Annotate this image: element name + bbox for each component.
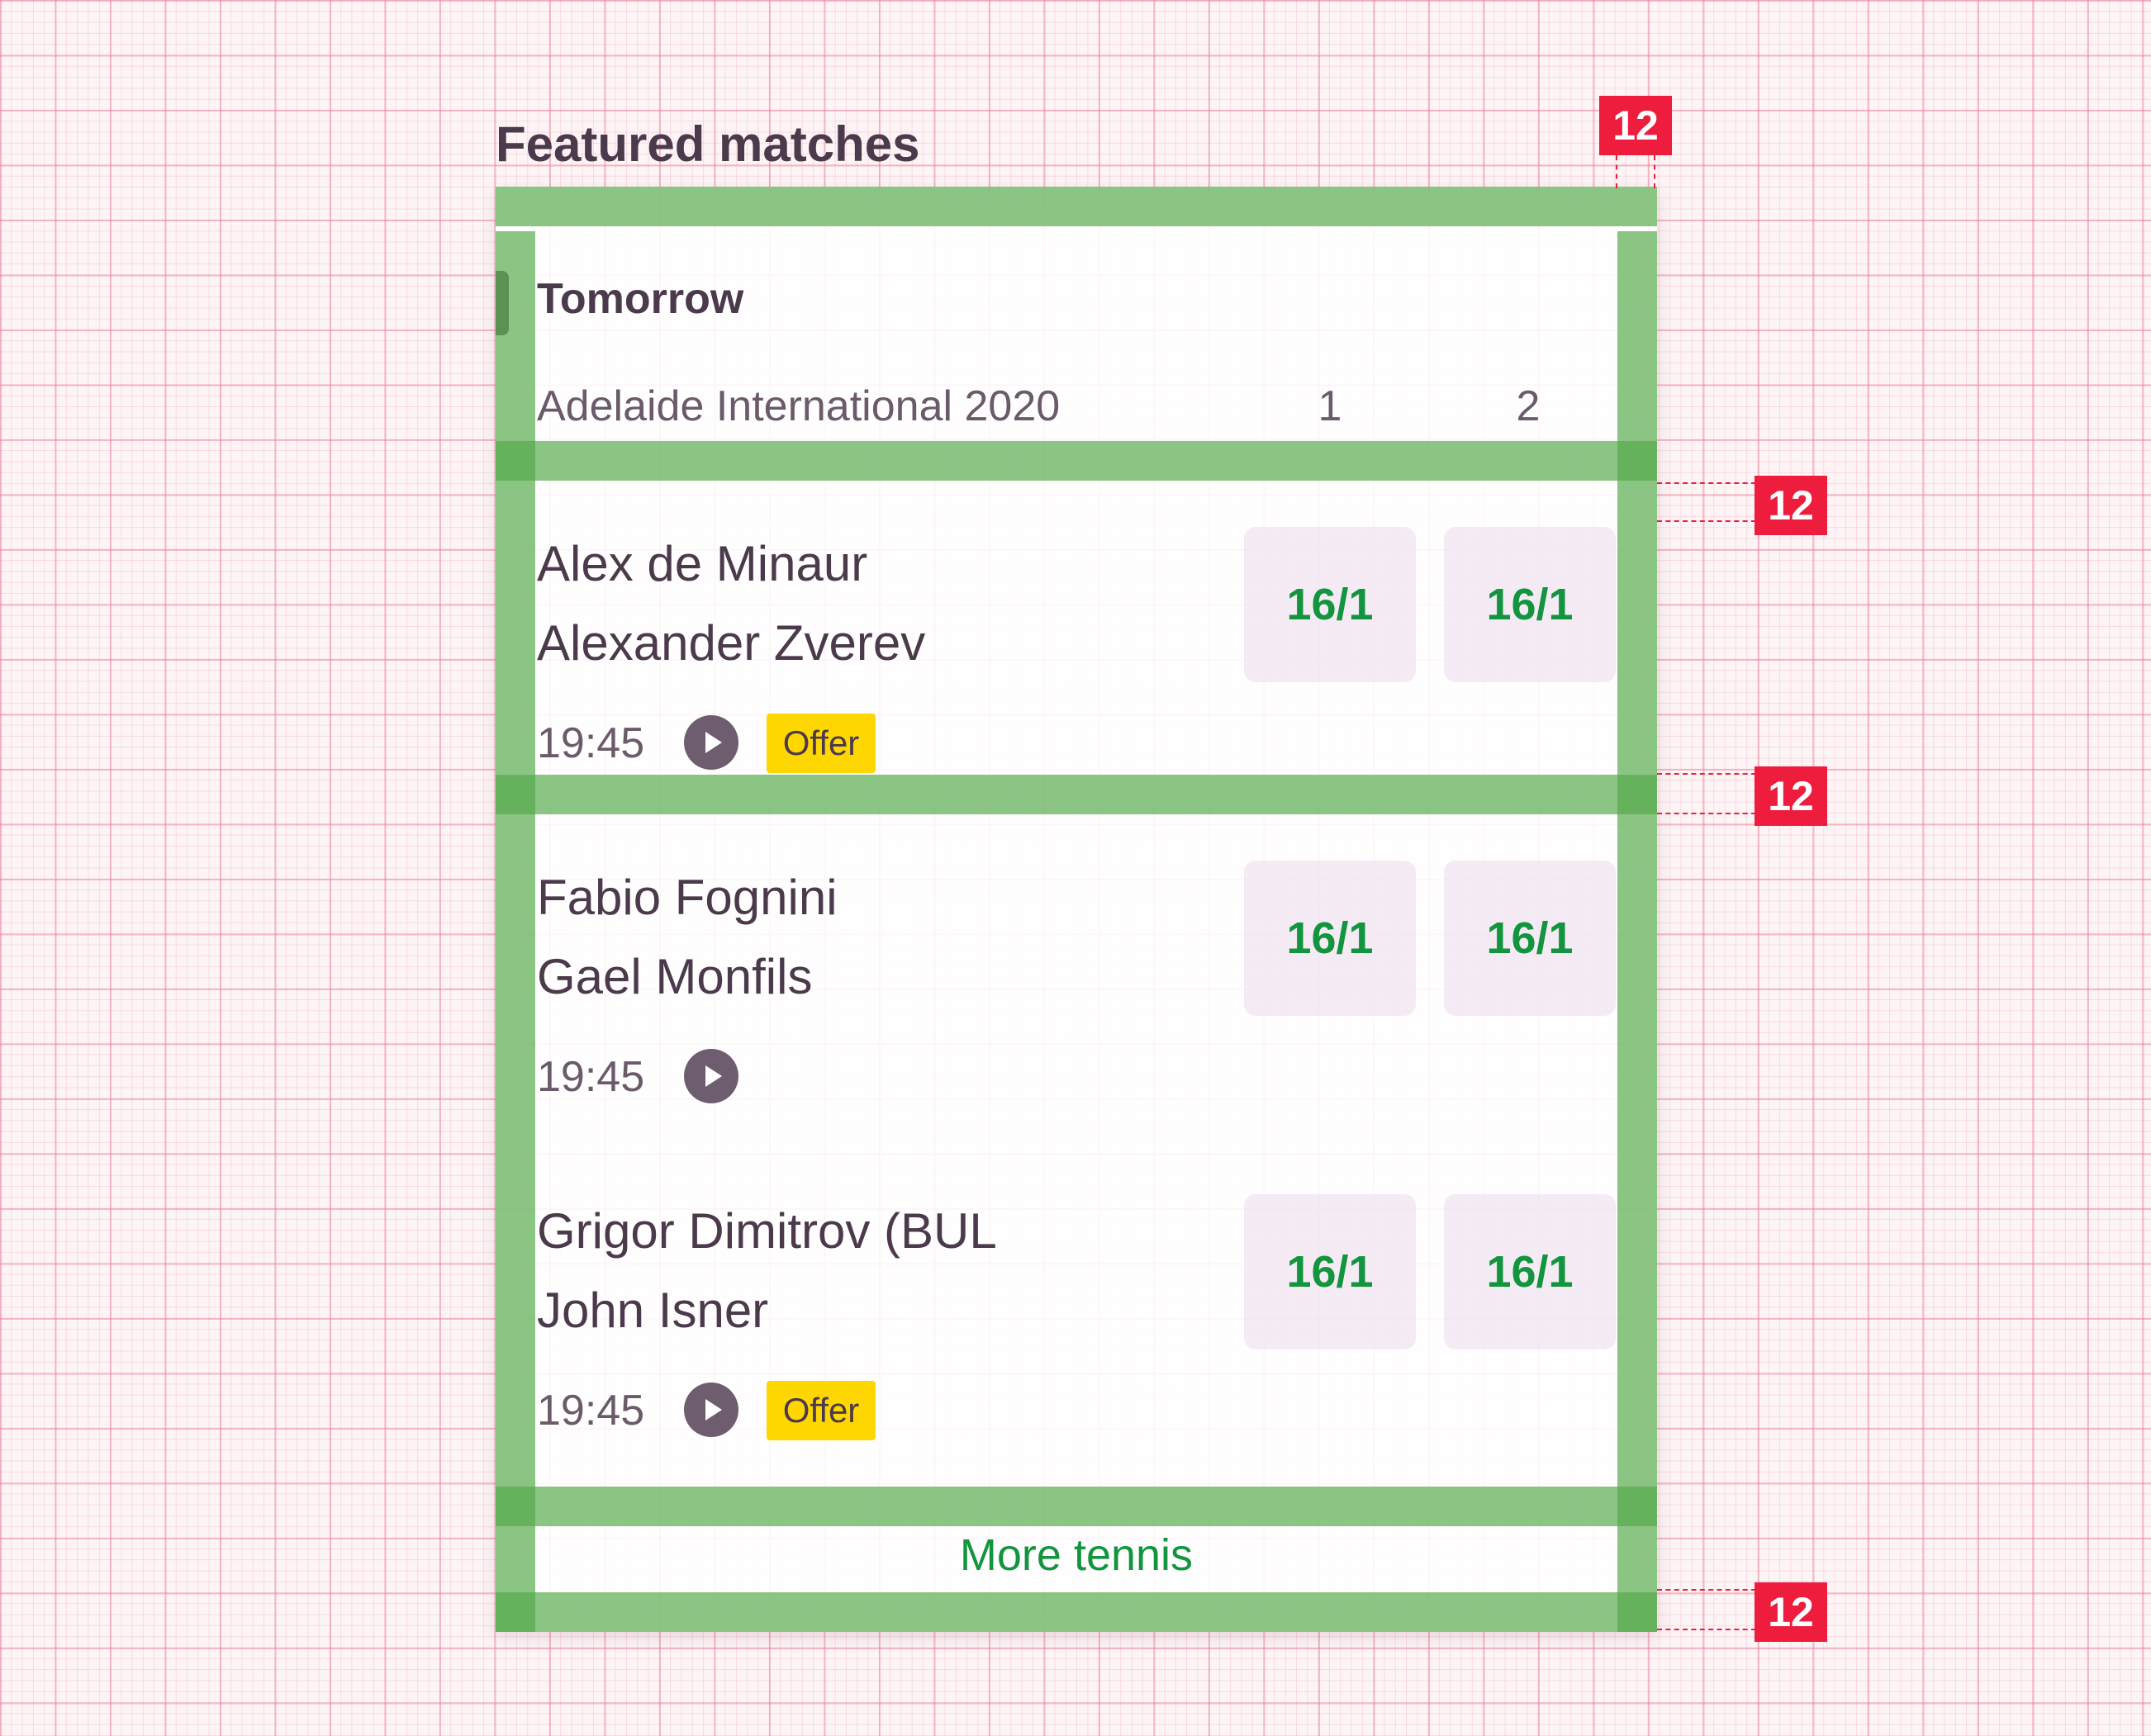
spacing-measure-line [1616,155,1617,188]
match-1-player-2[interactable]: Alexander Zverev [537,614,925,671]
spacing-measure-line [1657,520,1756,522]
match-1-odds-home-button[interactable]: 16/1 [1244,527,1416,682]
match-3-odds-home-button[interactable]: 16/1 [1244,1194,1416,1349]
match-1-live-stream-play-icon[interactable] [684,715,738,770]
match-3-live-stream-play-icon[interactable] [684,1383,738,1437]
match-1-offer-badge[interactable]: Offer [767,714,876,773]
spacing-measure-line [1654,155,1655,188]
spacing-overlay-header-divider [496,441,1657,481]
match-2-odds-away-button[interactable]: 16/1 [1444,861,1616,1016]
spacing-measure-line [1657,482,1756,484]
match-3-player-2[interactable]: John Isner [537,1282,768,1339]
spacing-overlay-footer-top [496,1487,1657,1526]
spacing-measure-line [1657,1629,1756,1630]
spacing-overlay-row-divider [496,775,1657,814]
match-3-odds-away-button[interactable]: 16/1 [1444,1194,1616,1349]
match-1-time: 19:45 [537,719,645,767]
league-name[interactable]: Adelaide International 2020 [537,382,1060,431]
match-2-odds-home-button[interactable]: 16/1 [1244,861,1416,1016]
spacing-measure-label: 12 [1599,96,1672,155]
column-header-home: 1 [1318,382,1342,430]
match-3-time: 19:45 [537,1387,645,1435]
spacing-overlay-top [496,187,1657,226]
match-2-player-1[interactable]: Fabio Fognini [537,869,838,926]
column-header-away: 2 [1516,382,1541,430]
spacing-measure-label: 12 [1755,476,1827,535]
spacing-measure-line [1657,1589,1756,1591]
match-2-time: 19:45 [537,1053,645,1101]
spacing-measure-label: 12 [1755,766,1827,826]
match-3-offer-badge[interactable]: Offer [767,1381,876,1440]
spacing-measure-line [1657,773,1756,775]
spacing-measure-line [1657,813,1756,814]
match-2-player-2[interactable]: Gael Monfils [537,948,812,1005]
section-title: Featured matches [496,116,920,172]
spacing-overlay-footer-bottom [496,1592,1657,1632]
day-label: Tomorrow [537,275,744,323]
more-tennis-link[interactable]: More tennis [496,1530,1657,1581]
match-3-player-1[interactable]: Grigor Dimitrov (BUL [537,1202,997,1259]
match-2-live-stream-play-icon[interactable] [684,1049,738,1103]
match-1-player-1[interactable]: Alex de Minaur [537,535,867,592]
spacing-measure-label: 12 [1755,1582,1827,1642]
match-1-odds-away-button[interactable]: 16/1 [1444,527,1616,682]
